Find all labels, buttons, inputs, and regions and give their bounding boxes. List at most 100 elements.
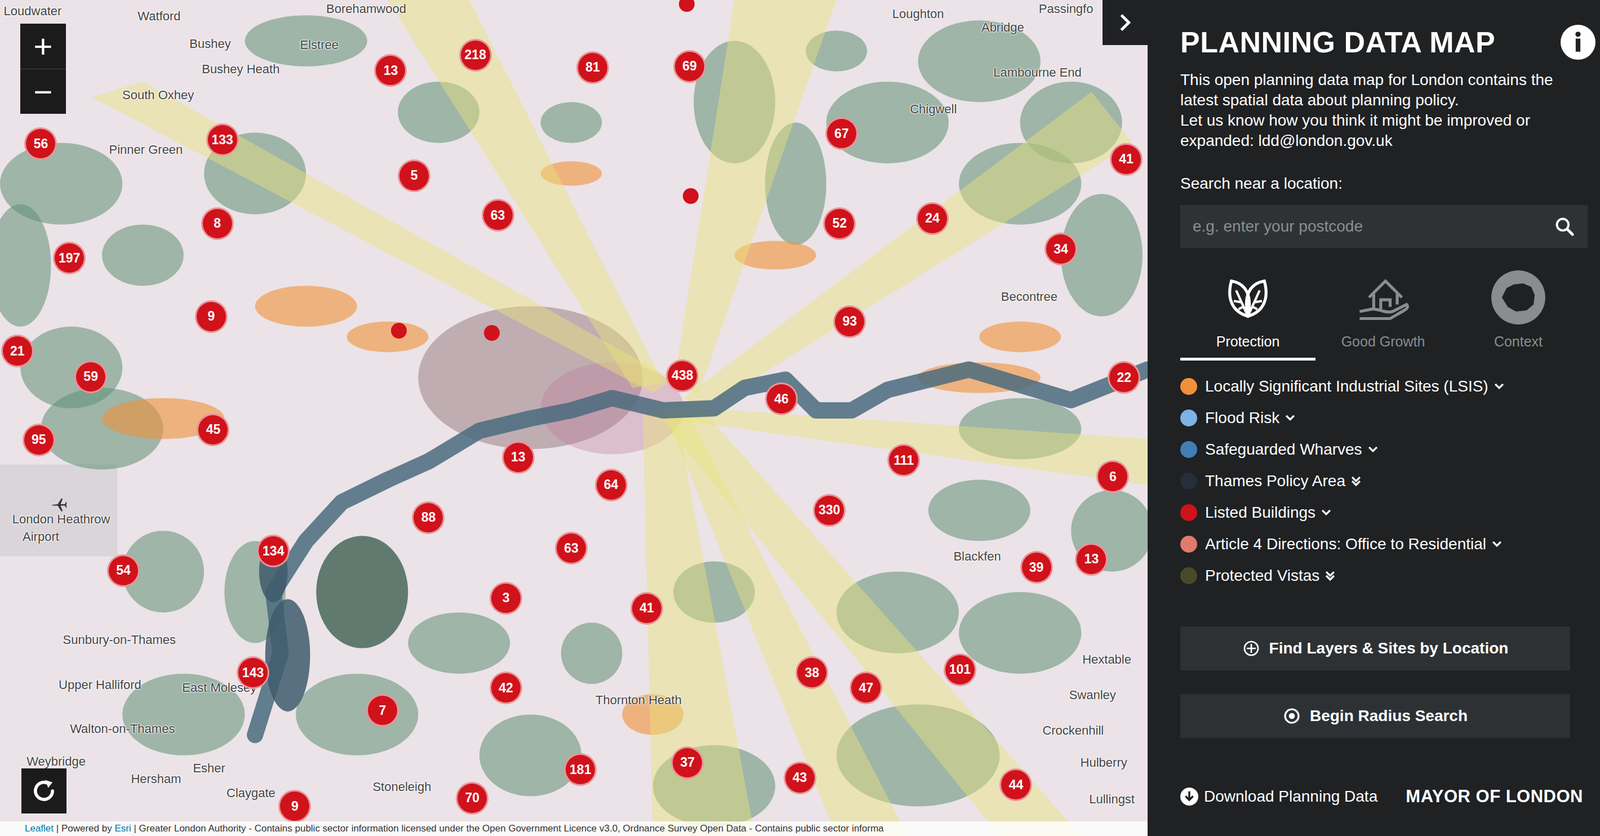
listed-building-marker[interactable] (682, 188, 699, 204)
cluster-marker[interactable]: 67 (825, 117, 859, 150)
layer-item[interactable]: Listed Buildings (1180, 496, 1588, 529)
place-label: Stoneleigh (372, 779, 431, 795)
cluster-marker[interactable]: 41 (1109, 143, 1143, 176)
place-label: Lambourne End (993, 65, 1082, 80)
layer-name: Safeguarded Wharves (1205, 440, 1363, 459)
cluster-marker[interactable]: 218 (459, 38, 492, 72)
chevron-down-icon (1366, 443, 1380, 456)
cluster-marker[interactable]: 64 (594, 468, 628, 502)
layer-item[interactable]: Flood Risk (1180, 402, 1588, 434)
cluster-marker[interactable]: 46 (765, 382, 798, 416)
cluster-marker[interactable]: 56 (24, 127, 57, 160)
cluster-marker[interactable]: 111 (887, 443, 920, 477)
leaflet-link[interactable]: Leaflet (24, 823, 54, 834)
cluster-marker[interactable]: 34 (1044, 232, 1078, 266)
cluster-marker[interactable]: 63 (554, 531, 588, 565)
place-label: Watford (137, 9, 181, 24)
cluster-marker[interactable]: 13 (501, 441, 535, 474)
layer-name: Locally Significant Industrial Sites (LS… (1205, 377, 1489, 396)
cluster-marker[interactable]: 54 (107, 554, 140, 588)
cluster-marker[interactable]: 7 (366, 694, 399, 727)
layer-name: Article 4 Directions: Office to Resident… (1205, 535, 1487, 554)
layer-color-dot (1180, 472, 1198, 490)
action-button[interactable]: Begin Radius Search (1180, 694, 1571, 739)
layer-item[interactable]: Locally Significant Industrial Sites (LS… (1180, 370, 1588, 403)
tab[interactable]: Context (1450, 269, 1586, 361)
download-button[interactable]: Download Planning Data (1180, 787, 1378, 806)
cluster-marker[interactable]: 42 (489, 671, 523, 705)
cluster-marker[interactable]: 9 (194, 300, 228, 333)
tab[interactable]: Protection (1180, 269, 1316, 361)
layer-item[interactable]: Thames Policy Area (1180, 465, 1588, 497)
cluster-marker[interactable]: 101 (943, 653, 977, 687)
search-field (1180, 205, 1588, 248)
cluster-marker[interactable]: 5 (397, 159, 431, 193)
esri-link[interactable]: Esri (114, 823, 131, 834)
cluster-marker[interactable]: 3 (489, 581, 523, 615)
place-label: Blackfen (953, 549, 1001, 564)
layer-item[interactable]: Article 4 Directions: Office to Resident… (1180, 528, 1588, 560)
place-label: Elstree (299, 37, 339, 53)
cluster-marker[interactable]: 41 (630, 592, 664, 625)
cluster-marker[interactable]: 70 (455, 781, 489, 815)
cluster-marker[interactable]: 8 (201, 207, 234, 240)
collapse-panel-button[interactable] (1102, 0, 1148, 46)
cluster-marker[interactable]: 181 (563, 753, 597, 786)
place-label: Hersham (130, 771, 181, 787)
title-row: PLANNING DATA MAP (1180, 24, 1588, 60)
cluster-marker[interactable]: 93 (833, 305, 866, 339)
cluster-marker[interactable]: 63 (481, 198, 515, 232)
place-label: Weybridge (26, 754, 86, 770)
cluster-marker[interactable]: 69 (673, 50, 706, 83)
cluster-marker[interactable]: 134 (256, 534, 290, 568)
brand-logo: MAYOR OF LONDON (1405, 786, 1584, 807)
layer-item[interactable]: Protected Vistas (1180, 560, 1588, 592)
cluster-marker[interactable]: 45 (196, 413, 230, 447)
cluster-marker[interactable]: 24 (916, 202, 949, 235)
cluster-marker[interactable]: 197 (52, 241, 86, 275)
cluster-marker[interactable]: 21 (1, 334, 34, 368)
cluster-marker[interactable]: 38 (795, 656, 829, 690)
cluster-marker[interactable]: 95 (22, 423, 56, 457)
cluster-marker[interactable]: 330 (812, 494, 846, 527)
cluster-marker[interactable]: 43 (783, 761, 817, 795)
cluster-marker[interactable]: 13 (1074, 543, 1108, 576)
cluster-marker[interactable]: 6 (1096, 460, 1130, 493)
leaves-icon (1219, 269, 1277, 326)
search-input[interactable] (1191, 216, 1554, 237)
action-button[interactable]: Find Layers & Sites by Location (1180, 626, 1571, 671)
search-icon[interactable] (1553, 215, 1576, 238)
info-icon[interactable] (1560, 24, 1596, 60)
planning-data-map-app: LoudwaterWatfordBorehamwoodLoughtonAbrid… (0, 0, 1600, 836)
chevron-down-icon (1320, 506, 1333, 519)
listed-building-marker[interactable] (483, 325, 500, 341)
chevron-right-icon (1113, 11, 1137, 34)
zoom-in-button[interactable]: + (20, 23, 66, 69)
listed-building-marker[interactable] (390, 322, 407, 339)
cluster-marker[interactable]: 438 (665, 359, 699, 393)
map[interactable]: LoudwaterWatfordBorehamwoodLoughtonAbrid… (0, 0, 1148, 836)
place-label: Borehamwood (326, 1, 407, 17)
cluster-marker[interactable]: 9 (278, 789, 311, 823)
cluster-marker[interactable]: 47 (849, 671, 883, 705)
cluster-marker[interactable]: 133 (206, 123, 239, 157)
layer-list: Locally Significant Industrial Sites (LS… (1180, 370, 1588, 592)
zoom-out-button[interactable]: − (20, 68, 66, 114)
cluster-marker[interactable]: 88 (411, 501, 445, 535)
tab[interactable]: Good Growth (1315, 269, 1451, 361)
cluster-marker[interactable]: 44 (999, 768, 1033, 802)
cluster-marker[interactable]: 22 (1107, 361, 1141, 394)
cluster-marker[interactable]: 81 (576, 51, 610, 84)
cluster-marker[interactable]: 13 (374, 54, 407, 87)
place-label: Becontree (1001, 289, 1058, 305)
layer-item[interactable]: Safeguarded Wharves (1180, 433, 1588, 466)
cluster-marker[interactable]: 39 (1020, 550, 1053, 584)
cluster-marker[interactable]: 143 (236, 656, 270, 690)
sidebar: PLANNING DATA MAP This open planning dat… (1147, 0, 1600, 836)
cluster-marker[interactable]: 37 (670, 746, 704, 780)
cluster-marker[interactable]: 52 (823, 207, 856, 240)
layer-color-dot (1180, 409, 1198, 427)
reset-view-button[interactable] (21, 768, 67, 814)
cluster-marker[interactable]: 59 (74, 360, 108, 394)
airplane-icon (50, 495, 68, 513)
